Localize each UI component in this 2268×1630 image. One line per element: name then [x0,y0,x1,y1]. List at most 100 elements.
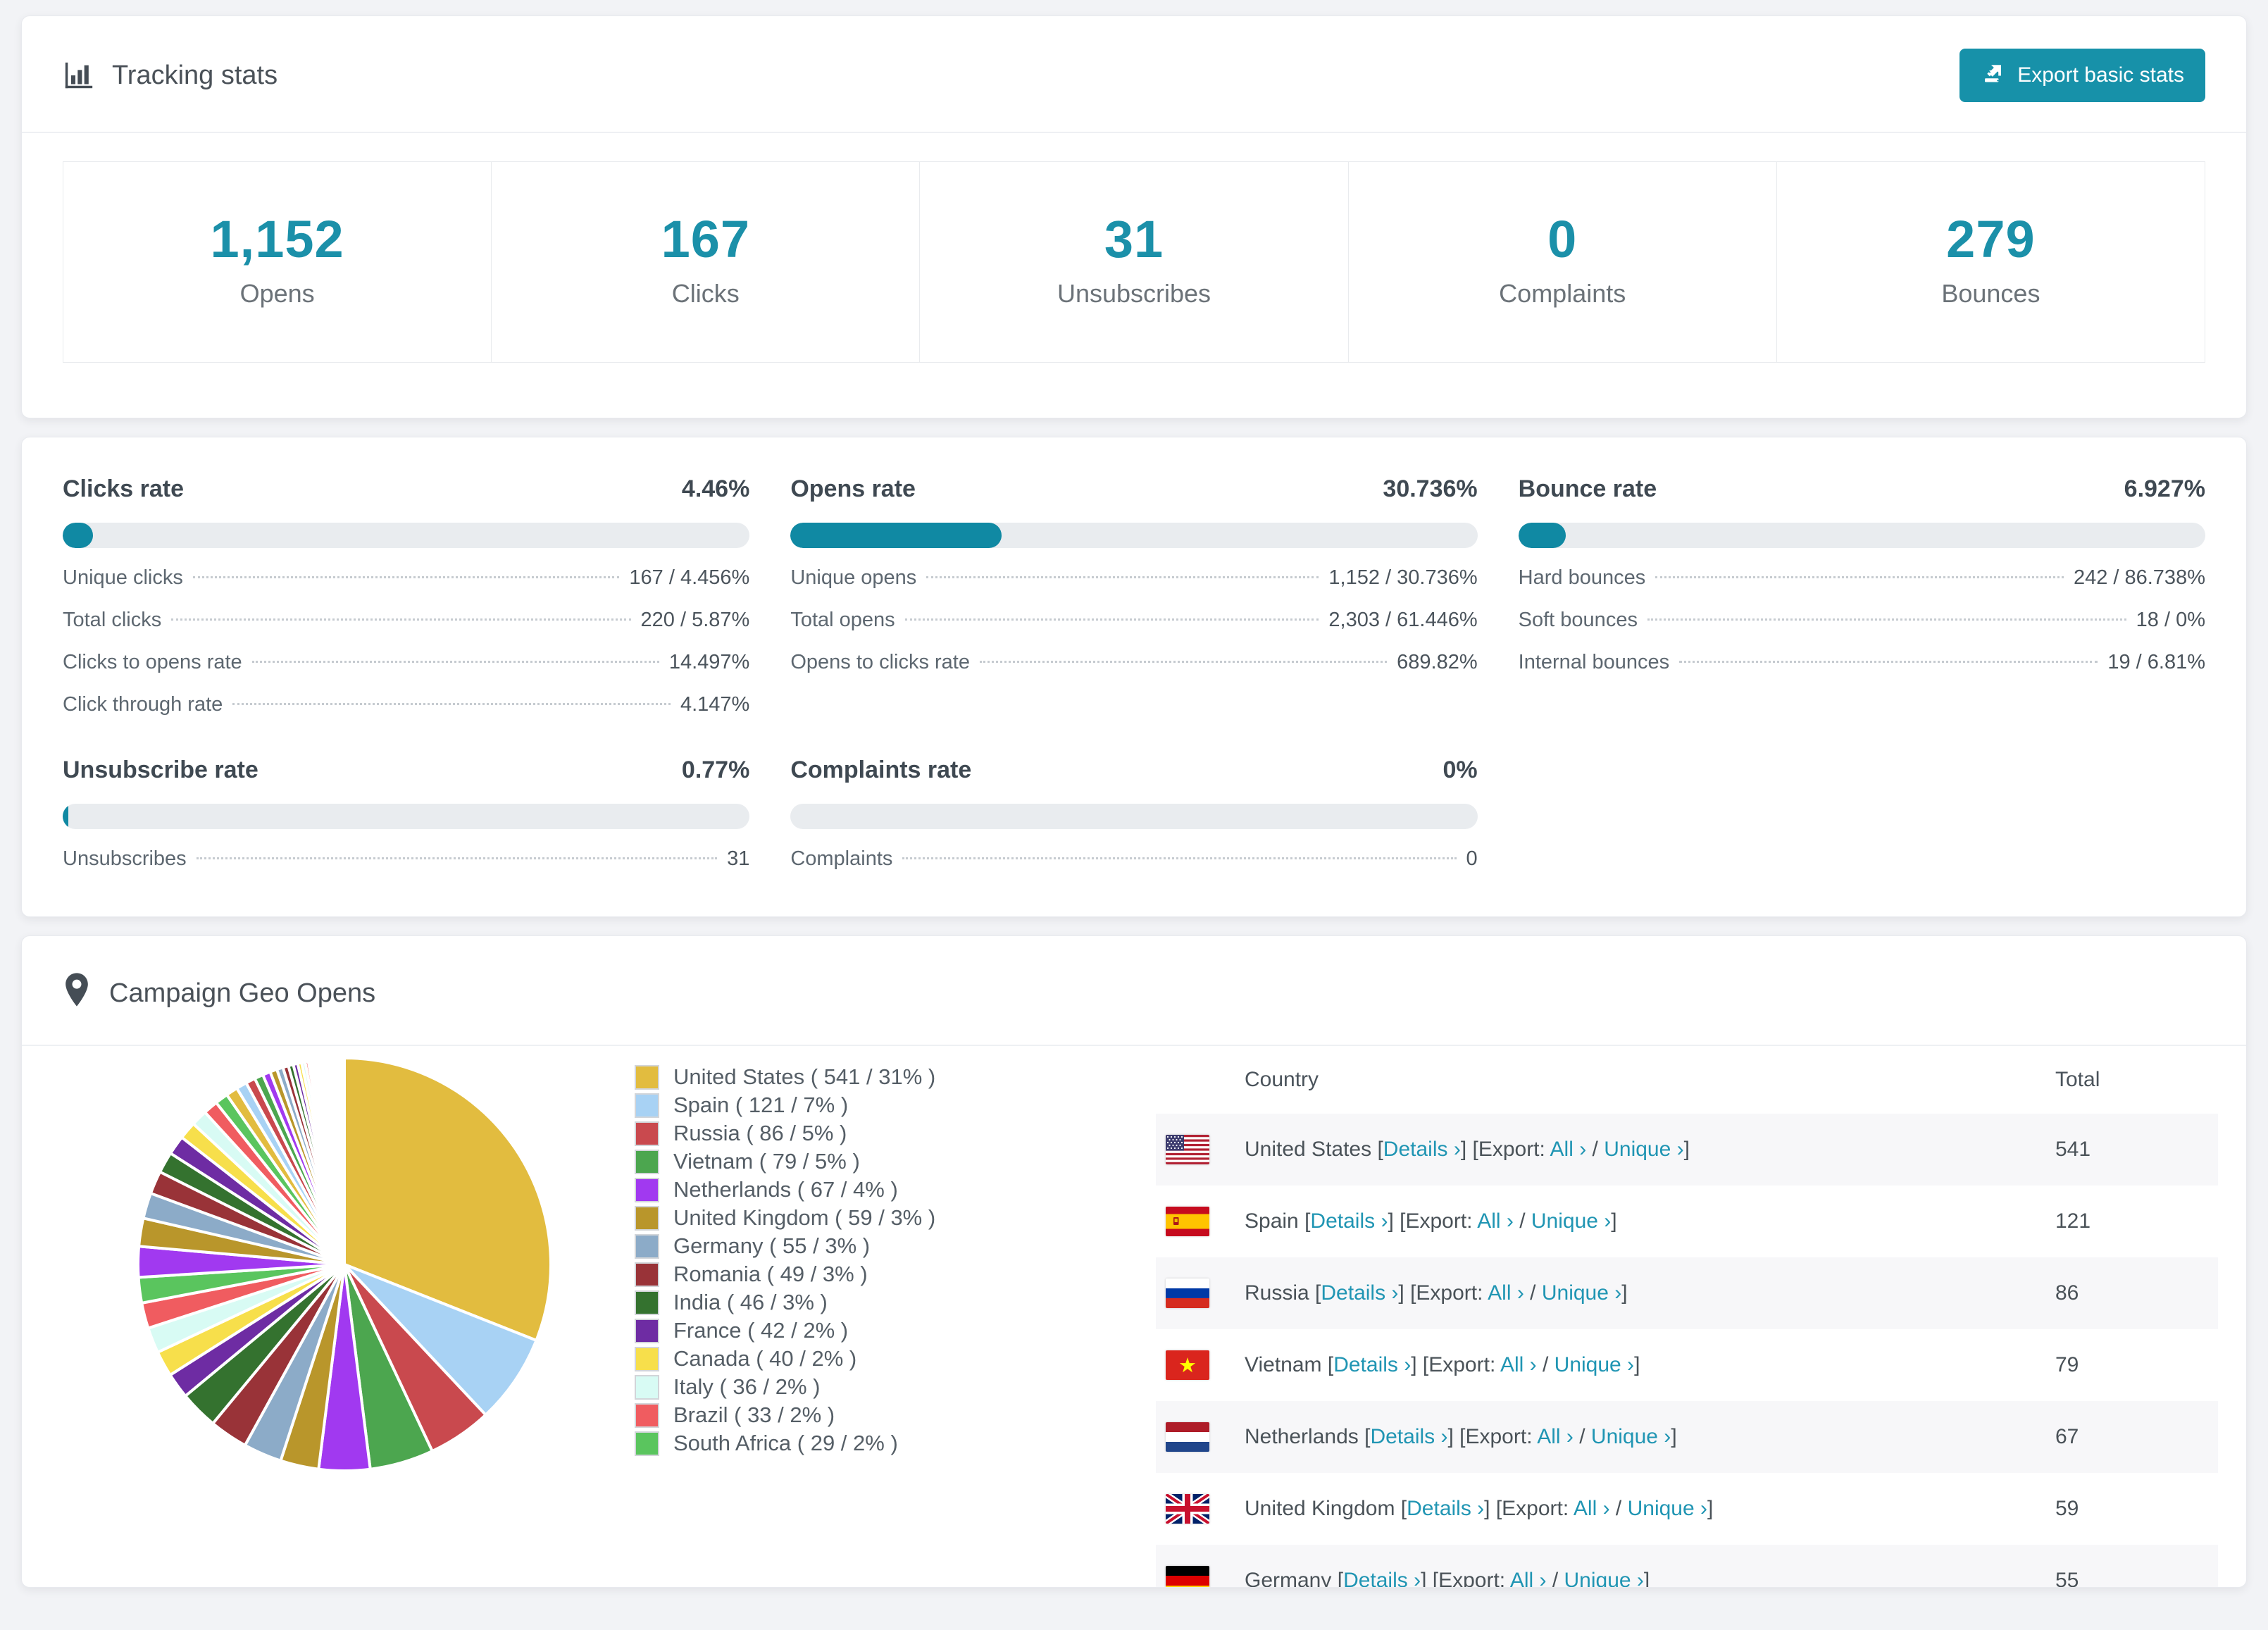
rate-title: Unsubscribe rate [63,757,258,783]
progress-bar [790,523,1478,548]
stat-box-complaints: 0 Complaints [1347,161,1777,363]
details-link[interactable]: Details › [1333,1353,1411,1376]
metric-row: Soft bounces 18 / 0% [1519,607,2205,633]
progress-bar [63,804,750,829]
bracket: ] [1643,1569,1650,1588]
rate-head: Bounce rate 6.927% [1519,475,2205,503]
export-unique-link[interactable]: Unique › [1591,1425,1671,1448]
us-flag [1156,1114,1244,1186]
metric-row: Unique opens 1,152 / 30.736% [790,565,1477,590]
export-unique-link[interactable]: Unique › [1542,1281,1621,1305]
metric-label: Total opens [790,609,895,631]
details-link[interactable]: Details › [1310,1209,1388,1233]
export-all-link[interactable]: All › [1477,1209,1514,1233]
geo-title: Campaign Geo Opens [109,978,376,1008]
leader-dots [1647,618,2126,621]
leader-dots [232,703,671,705]
rate-value: 6.927% [2124,475,2205,502]
progress-bar [63,523,750,548]
export-all-link[interactable]: All › [1488,1281,1524,1305]
rate-title: Bounce rate [1518,475,1657,502]
legend-item-romania: Romania ( 49 / 3% ) [635,1260,987,1288]
leader-dots [904,618,1319,621]
total-value: 67 [2055,1425,2079,1448]
metric-value: 0 [1466,847,1478,870]
slash: / [1513,1209,1531,1233]
export-unique-link[interactable]: Unique › [1554,1353,1634,1376]
metric-row: Hard bounces 242 / 86.738% [1519,565,2205,590]
gb-flag [1156,1473,1244,1545]
export-all-link[interactable]: All › [1510,1569,1547,1587]
slash: / [1586,1138,1605,1161]
table-row-germany: Germany [Details ›] [Export: All › / Uni… [1156,1545,2218,1588]
metric-value: 689.82% [1397,651,1478,673]
total-value: 541 [2055,1138,2091,1161]
metric-value: 31 [727,847,750,870]
rates-card: Clicks rate 4.46% Unique clicks 167 / 4.456… [21,437,2247,917]
legend-label: Romania ( 49 / 3% ) [673,1262,868,1286]
metric-row: Unique clicks 167 / 4.456% [63,565,749,590]
bracket: [ [1337,1569,1344,1588]
export-unique-link[interactable]: Unique › [1531,1209,1611,1233]
legend-swatch [635,1121,659,1146]
metric-value: 1,152 / 30.736% [1328,566,1478,589]
total-value: 121 [2055,1209,2091,1233]
bracket: [ [1327,1353,1334,1376]
metric-row: Total clicks 220 / 5.87% [63,607,749,633]
stat-label: Clicks [671,279,740,308]
stat-label: Bounces [1941,279,2040,308]
stats-row: 1,152 Opens 167 Clicks 31 Unsubscribes 0 Compla… [63,161,2206,363]
stat-value: 0 [1547,210,1578,268]
rate-section-unsubscribe-rate: Unsubscribe rate 0.77% Unsubscribes 31 [63,757,750,871]
stat-box-clicks: 167 Clicks [491,161,921,363]
flag-column-header [1156,1046,1244,1114]
export-unique-link[interactable]: Unique › [1604,1138,1683,1161]
nl-flag [1156,1401,1244,1473]
legend-swatch [635,1233,659,1259]
metric-row: Total opens 2,303 / 61.446% [790,607,1477,633]
metric-label: Opens to clicks rate [790,651,970,673]
export-all-link[interactable]: All › [1500,1353,1537,1376]
legend-item-russia: Russia ( 86 / 5% ) [635,1119,987,1147]
geo-content: United States ( 541 / 31% ) Spain ( 121 /… [22,1046,2246,1588]
stat-value: 279 [1946,210,2036,268]
export-unique-link[interactable]: Unique › [1564,1569,1644,1587]
vn-flag [1156,1329,1244,1401]
total-column-header: Total [2055,1068,2100,1091]
metric-value: 14.497% [668,651,750,673]
legend-item-spain: Spain ( 121 / 7% ) [635,1091,987,1119]
bracket: ] [1671,1425,1677,1448]
export-all-link[interactable]: All › [1537,1425,1574,1448]
legend-label: Italy ( 36 / 2% ) [673,1374,821,1399]
details-link[interactable]: Details › [1407,1497,1484,1520]
country-name: Netherlands [1245,1425,1365,1448]
total-value: 59 [2055,1497,2079,1520]
export-all-link[interactable]: All › [1550,1138,1587,1161]
metric-value: 4.147% [680,693,750,716]
details-link[interactable]: Details › [1343,1569,1421,1587]
rate-head: Unsubscribe rate 0.77% [63,757,749,784]
metric-value: 242 / 86.738% [2073,566,2205,589]
tracking-stats-header: Tracking stats Export basic stats [22,16,2246,133]
geo-table-header-row: Country Total [1156,1046,2218,1114]
rate-value: 0.77% [681,757,750,783]
stat-box-unsubscribes: 31 Unsubscribes [919,161,1349,363]
total-value: 86 [2055,1281,2079,1305]
export-unique-link[interactable]: Unique › [1628,1497,1707,1520]
export-all-link[interactable]: All › [1574,1497,1610,1520]
details-link[interactable]: Details › [1321,1281,1398,1305]
rate-section-clicks-rate: Clicks rate 4.46% Unique clicks 167 / 4.456… [63,475,750,717]
map-pin-icon [63,971,91,1015]
leader-dots [192,576,620,578]
details-link[interactable]: Details › [1370,1425,1447,1448]
country-cell: Germany [Details ›] [Export: All › / Uni… [1244,1545,2055,1588]
leader-dots [979,661,1388,663]
geo-table: Country Total United States [Details ›] … [1156,1046,2218,1588]
bracket: ] [Export: [1460,1138,1550,1161]
metric-row: Click through rate 4.147% [63,692,749,717]
leader-dots [171,618,631,621]
details-link[interactable]: Details › [1383,1138,1461,1161]
metric-label: Unique opens [790,566,917,589]
export-basic-stats-button[interactable]: Export basic stats [1959,49,2205,102]
metric-row: Clicks to opens rate 14.497% [63,649,749,675]
